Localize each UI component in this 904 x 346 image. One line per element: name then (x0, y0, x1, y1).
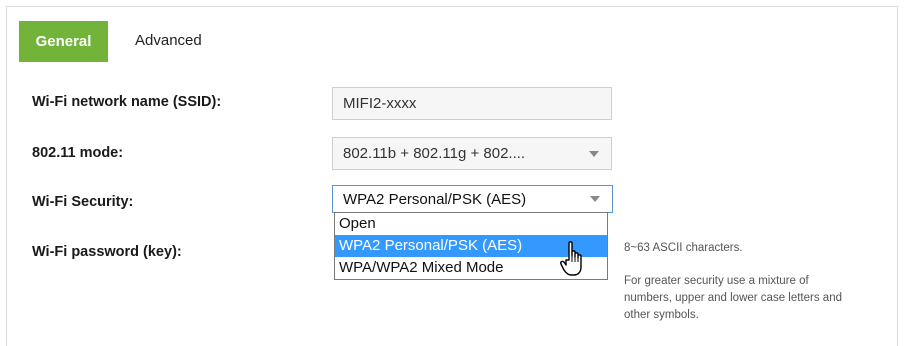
hand-pointer-icon (560, 241, 582, 276)
password-help-line-1: For greater security use a mixture of (624, 275, 809, 287)
mode-value: 802.11b + 802.11g + 802.... (343, 145, 526, 162)
password-help-line-2: numbers, upper and lower case letters an… (624, 292, 842, 304)
ssid-value: MIFI2-xxxx (343, 95, 417, 112)
option-open[interactable]: Open (335, 213, 607, 235)
tab-advanced[interactable]: Advanced (135, 32, 202, 49)
password-label: Wi-Fi password (key): (32, 244, 182, 260)
mode-select[interactable]: 802.11b + 802.11g + 802.... (332, 137, 612, 170)
tab-general[interactable]: General (19, 21, 108, 62)
ssid-label: Wi-Fi network name (SSID): (32, 94, 222, 110)
password-help-length: 8~63 ASCII characters. (624, 242, 743, 254)
mode-label: 802.11 mode: (32, 145, 124, 161)
chevron-down-icon (590, 196, 600, 202)
chevron-down-icon (589, 150, 599, 157)
password-help-line-3: other symbols. (624, 309, 699, 321)
security-label: Wi-Fi Security: (32, 194, 134, 210)
security-select[interactable]: WPA2 Personal/PSK (AES) (332, 185, 613, 213)
ssid-input[interactable]: MIFI2-xxxx (332, 87, 612, 120)
security-value: WPA2 Personal/PSK (AES) (343, 190, 527, 208)
